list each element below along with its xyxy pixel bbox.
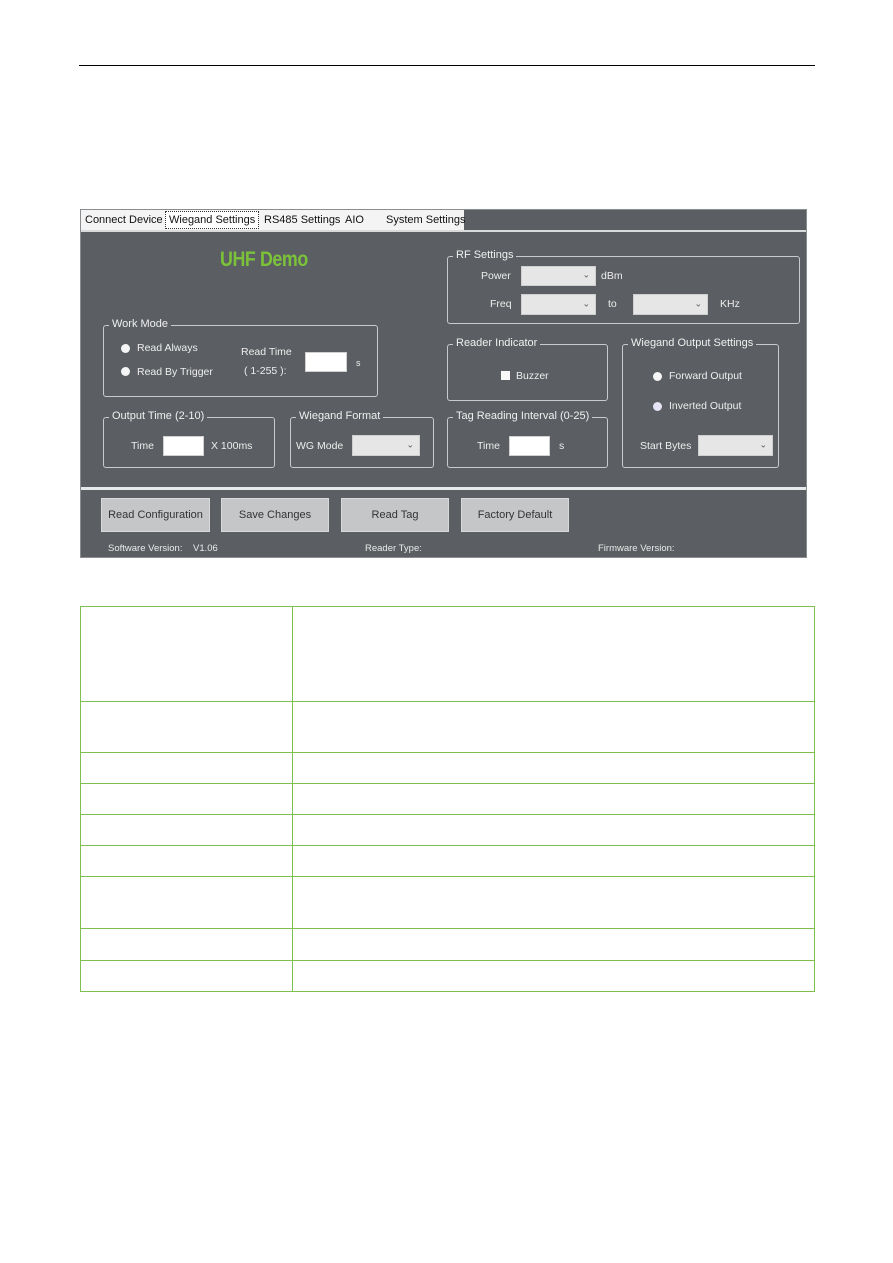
tag-reading-interval-legend: Tag Reading Interval (0-25) xyxy=(453,410,593,422)
table-cell xyxy=(292,814,815,846)
forward-output-radio[interactable] xyxy=(653,372,662,381)
inverted-output-label: Inverted Output xyxy=(669,400,742,412)
wiegand-output-group: Wiegand Output Settings Forward Output I… xyxy=(622,337,779,468)
inverted-output-radio[interactable] xyxy=(653,402,662,411)
tag-interval-unit: s xyxy=(559,440,565,452)
freq-to-label: to xyxy=(608,298,617,310)
tag-interval-input[interactable] xyxy=(509,436,550,456)
description-table xyxy=(80,606,815,992)
chevron-down-icon: ⌄ xyxy=(582,297,590,308)
save-changes-button[interactable]: Save Changes xyxy=(221,498,329,532)
tab-wiegand-settings[interactable]: Wiegand Settings xyxy=(165,211,260,229)
reader-indicator-group: Reader Indicator Buzzer xyxy=(447,337,608,401)
page-header-rule xyxy=(79,65,815,66)
chevron-down-icon: ⌄ xyxy=(582,269,590,280)
reader-type-label: Reader Type: xyxy=(365,543,422,554)
table-cell xyxy=(80,876,293,929)
tag-interval-time-label: Time xyxy=(477,440,500,452)
rf-settings-legend: RF Settings xyxy=(453,249,517,261)
app-title: UHF Demo xyxy=(220,248,308,271)
output-time-label: Time xyxy=(131,440,154,452)
table-cell xyxy=(80,606,293,702)
table-cell xyxy=(292,783,815,815)
output-time-legend: Output Time (2-10) xyxy=(109,410,208,422)
table-cell xyxy=(80,960,293,992)
read-configuration-button[interactable]: Read Configuration xyxy=(101,498,210,532)
start-bytes-select[interactable]: ⌄ xyxy=(698,435,773,456)
section-divider xyxy=(81,487,806,490)
table-cell xyxy=(292,606,815,702)
table-cell xyxy=(292,928,815,961)
tab-strip: Connect Device Wiegand Settings RS485 Se… xyxy=(81,210,806,230)
output-time-group: Output Time (2-10) Time X 100ms xyxy=(103,410,275,468)
power-select[interactable]: ⌄ xyxy=(521,266,596,286)
read-by-trigger-radio[interactable] xyxy=(121,367,130,376)
table-row xyxy=(80,606,815,702)
tab-connect-device[interactable]: Connect Device xyxy=(82,211,166,229)
tag-reading-interval-group: Tag Reading Interval (0-25) Time s xyxy=(447,410,608,468)
freq-to-select[interactable]: ⌄ xyxy=(633,294,708,315)
table-row xyxy=(80,752,815,784)
freq-label: Freq xyxy=(490,298,512,310)
table-cell xyxy=(80,814,293,846)
wg-mode-select[interactable]: ⌄ xyxy=(352,435,420,456)
read-time-range: ( 1-255 ): xyxy=(244,365,287,377)
output-time-unit: X 100ms xyxy=(211,440,253,452)
freq-unit: KHz xyxy=(720,298,740,310)
table-row xyxy=(80,960,815,992)
read-by-trigger-label: Read By Trigger xyxy=(137,366,213,378)
rf-settings-group: RF Settings Power ⌄ dBm Freq ⌄ to ⌄ KHz xyxy=(447,249,800,324)
table-cell xyxy=(292,752,815,784)
table-cell xyxy=(80,783,293,815)
wiegand-output-legend: Wiegand Output Settings xyxy=(628,337,757,349)
wiegand-format-group: Wiegand Format WG Mode ⌄ xyxy=(290,410,434,468)
power-label: Power xyxy=(481,270,511,282)
table-cell xyxy=(80,845,293,877)
chevron-down-icon: ⌄ xyxy=(759,438,767,449)
start-bytes-label: Start Bytes xyxy=(640,440,692,452)
wiegand-format-legend: Wiegand Format xyxy=(296,410,384,422)
firmware-version-label: Firmware Version: xyxy=(598,543,675,554)
read-always-radio[interactable] xyxy=(121,344,130,353)
power-unit: dBm xyxy=(601,270,623,282)
output-time-input[interactable] xyxy=(163,436,204,456)
work-mode-group: Work Mode Read Always Read By Trigger Re… xyxy=(103,318,378,397)
table-row xyxy=(80,814,815,846)
tab-aio[interactable]: AIO xyxy=(342,211,367,229)
forward-output-label: Forward Output xyxy=(669,370,742,382)
read-time-label: Read Time xyxy=(241,346,292,358)
table-cell xyxy=(80,752,293,784)
chevron-down-icon: ⌄ xyxy=(406,438,414,449)
factory-default-button[interactable]: Factory Default xyxy=(461,498,569,532)
reader-indicator-legend: Reader Indicator xyxy=(453,337,541,349)
table-cell xyxy=(292,845,815,877)
table-cell xyxy=(80,701,293,753)
software-version-value: V1.06 xyxy=(193,543,218,554)
buzzer-checkbox[interactable] xyxy=(501,371,510,380)
table-cell xyxy=(292,701,815,753)
table-row xyxy=(80,928,815,961)
read-tag-button[interactable]: Read Tag xyxy=(341,498,449,532)
wg-mode-label: WG Mode xyxy=(296,440,344,452)
table-cell xyxy=(80,928,293,961)
work-mode-legend: Work Mode xyxy=(109,318,172,330)
buzzer-label: Buzzer xyxy=(516,370,549,382)
tab-system-settings[interactable]: System Settings xyxy=(383,211,468,229)
table-row xyxy=(80,701,815,753)
freq-from-select[interactable]: ⌄ xyxy=(521,294,596,315)
table-row xyxy=(80,783,815,815)
read-always-label: Read Always xyxy=(137,342,198,354)
software-version-label: Software Version: xyxy=(108,543,183,554)
table-cell xyxy=(292,876,815,929)
read-time-unit: s xyxy=(356,358,361,368)
table-cell xyxy=(292,960,815,992)
uhf-demo-window: Connect Device Wiegand Settings RS485 Se… xyxy=(80,209,807,558)
table-row xyxy=(80,845,815,877)
tab-divider xyxy=(81,230,806,232)
read-time-input[interactable] xyxy=(305,352,347,372)
table-row xyxy=(80,876,815,929)
tab-rs485-settings[interactable]: RS485 Settings xyxy=(261,211,343,229)
chevron-down-icon: ⌄ xyxy=(694,297,702,308)
